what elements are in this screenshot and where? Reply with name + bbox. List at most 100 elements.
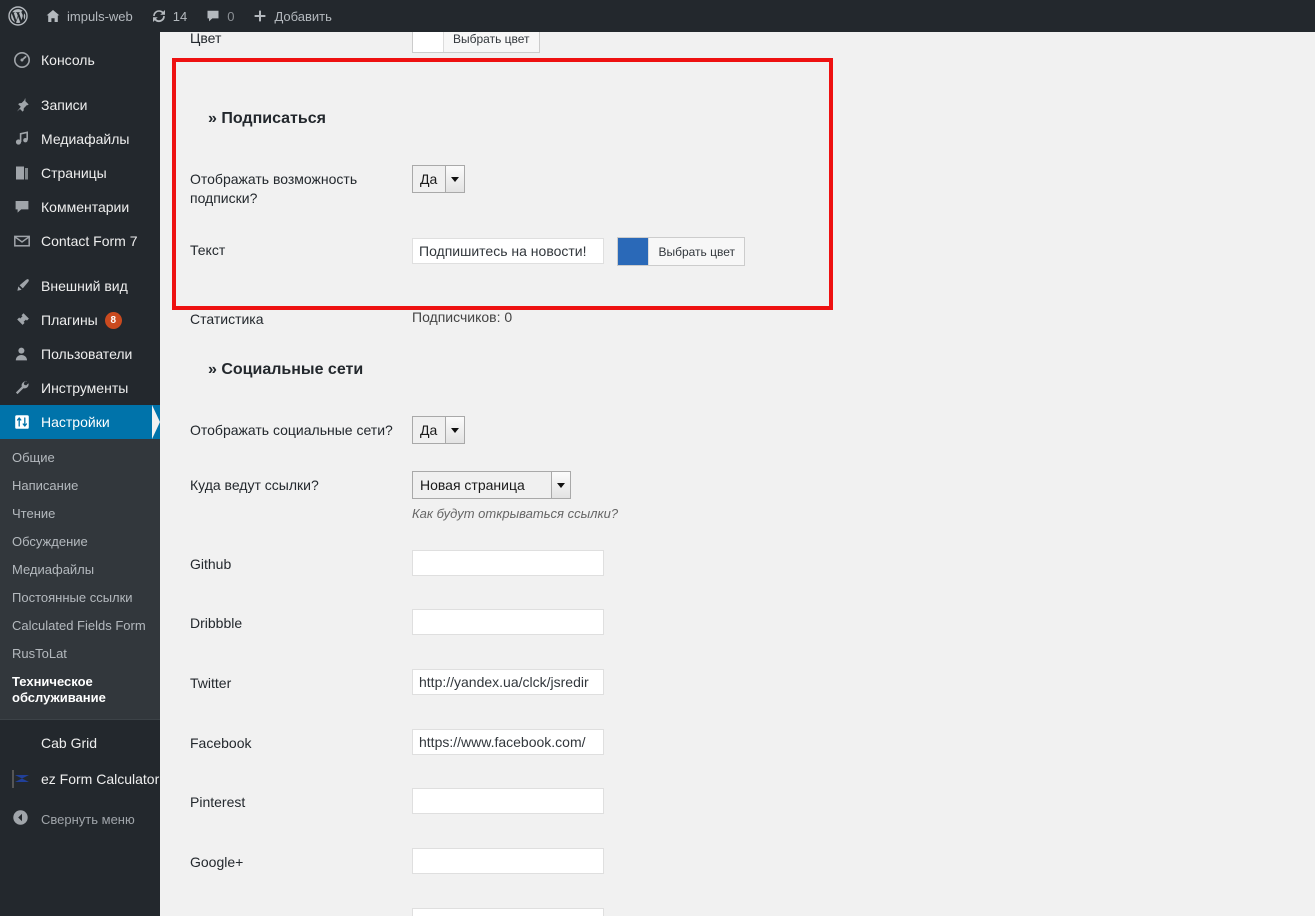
home-icon	[45, 8, 61, 24]
wordpress-logo-icon	[8, 6, 28, 26]
clipped-color-picker-button[interactable]: Выбрать цвет	[412, 32, 540, 53]
updates-icon	[151, 8, 167, 24]
sidebar-item-pages[interactable]: Страницы	[0, 156, 160, 190]
sidebar-item-label: Настройки	[41, 414, 110, 430]
appearance-brush-icon	[12, 277, 32, 295]
pinterest-label: Pinterest	[190, 794, 246, 810]
sidebar-item-label: Внешний вид	[41, 278, 128, 294]
link-target-row: Куда ведут ссылки? Новая страница Как бу…	[160, 466, 1315, 521]
show-social-select[interactable]: Да	[412, 416, 466, 444]
comments-button[interactable]: 0	[196, 0, 243, 32]
sidebar-item-settings[interactable]: Настройки	[0, 405, 160, 439]
sidebar-item-ez-form-calculator[interactable]: ez Form Calculator	[0, 764, 160, 794]
dashboard-icon	[12, 51, 32, 69]
subscribe-text-row: Текст Выбрать цвет	[160, 215, 1315, 266]
new-content-button[interactable]: Добавить	[243, 0, 340, 32]
sidebar-item-contact-form-7[interactable]: Contact Form 7	[0, 224, 160, 258]
color-swatch	[618, 238, 649, 265]
submenu-item-calculated-fields-form[interactable]: Calculated Fields Form	[0, 612, 160, 640]
googleplus-input[interactable]	[412, 848, 604, 874]
sidebar-item-media[interactable]: Медиафайлы	[0, 122, 160, 156]
chevron-down-icon	[551, 472, 570, 498]
comment-bubble-icon	[205, 8, 221, 24]
sidebar-item-cab-grid[interactable]: Cab Grid	[0, 728, 160, 758]
linkedin-label: Linkedin	[190, 908, 412, 916]
plus-icon	[252, 8, 268, 24]
chevron-down-icon	[445, 417, 465, 443]
github-label: Github	[190, 556, 232, 572]
sidebar-item-label: Плагины	[41, 312, 98, 328]
comments-count: 0	[227, 8, 235, 24]
wordpress-logo-button[interactable]	[0, 0, 36, 32]
sidebar-item-tools[interactable]: Инструменты	[0, 371, 160, 405]
show-subscription-label: Отображать возможность подписки?	[190, 171, 358, 206]
collapse-menu-button[interactable]: Свернуть меню	[0, 802, 160, 836]
admin-bar: impuls-web 14 0 Добавить	[0, 0, 1315, 32]
sidebar-item-label: Страницы	[41, 165, 107, 181]
submenu-item-media[interactable]: Медиафайлы	[0, 556, 160, 584]
link-target-select[interactable]: Новая страница	[412, 471, 571, 499]
sidebar-item-dashboard[interactable]: Консоль	[0, 43, 160, 77]
link-target-value: Новая страница	[420, 477, 525, 493]
settings-content-area: Цвет Выбрать цвет » Подписаться Отобража…	[160, 32, 1315, 916]
social-field-row: Dribbble	[160, 609, 1315, 635]
twitter-label: Twitter	[190, 675, 232, 691]
social-field-row: Pinterest	[160, 788, 1315, 814]
pinterest-input[interactable]	[412, 788, 604, 814]
collapse-menu-label: Свернуть меню	[41, 811, 135, 827]
dribbble-input[interactable]	[412, 609, 604, 635]
submenu-item-writing[interactable]: Написание	[0, 472, 160, 500]
chevron-down-icon	[445, 166, 465, 192]
facebook-input[interactable]	[412, 729, 604, 755]
sidebar-item-label: Записи	[41, 97, 88, 113]
sidebar-item-comments[interactable]: Комментарии	[0, 190, 160, 224]
site-name-button[interactable]: impuls-web	[36, 0, 142, 32]
statistics-value: Подписчиков: 0	[412, 309, 513, 325]
show-social-value: Да	[420, 422, 438, 438]
color-picker-label: Выбрать цвет	[648, 238, 744, 265]
color-picker-label: Выбрать цвет	[443, 32, 539, 52]
github-input[interactable]	[412, 550, 604, 576]
submenu-item-rustolat[interactable]: RusToLat	[0, 640, 160, 668]
comment-icon	[12, 198, 32, 216]
admin-sidebar-menu: Консоль Записи Медиафайлы Страницы Комме…	[0, 32, 160, 916]
submenu-item-reading[interactable]: Чтение	[0, 500, 160, 528]
sidebar-item-posts[interactable]: Записи	[0, 88, 160, 122]
submenu-item-permalinks[interactable]: Постоянные ссылки	[0, 584, 160, 612]
users-icon	[12, 345, 32, 363]
sidebar-item-plugins[interactable]: Плагины 8	[0, 303, 160, 337]
social-field-row: Linkedin	[160, 908, 1315, 916]
subscribe-section-title: » Подписаться	[208, 110, 326, 127]
twitter-input[interactable]	[412, 669, 604, 695]
subscribe-text-label: Текст	[190, 242, 226, 258]
pages-icon	[12, 164, 32, 182]
updates-button[interactable]: 14	[142, 0, 196, 32]
clipped-color-row: Цвет Выбрать цвет	[160, 32, 1315, 53]
sidebar-item-label: Консоль	[41, 52, 95, 68]
sidebar-item-label: ez Form Calculator	[41, 771, 160, 787]
sidebar-item-users[interactable]: Пользователи	[0, 337, 160, 371]
envelope-icon	[12, 232, 32, 250]
sidebar-item-appearance[interactable]: Внешний вид	[0, 269, 160, 303]
clipped-color-label: Цвет	[190, 32, 222, 46]
subscribe-color-picker-button[interactable]: Выбрать цвет	[617, 237, 746, 266]
show-subscription-select[interactable]: Да	[412, 165, 466, 193]
sidebar-item-label: Contact Form 7	[41, 233, 138, 249]
social-field-row: Facebook	[160, 729, 1315, 755]
sidebar-item-label: Медиафайлы	[41, 131, 130, 147]
settings-submenu: Общие Написание Чтение Обсуждение Медиаф…	[0, 439, 160, 719]
social-section-title: » Социальные сети	[208, 361, 364, 378]
submenu-item-discussion[interactable]: Обсуждение	[0, 528, 160, 556]
facebook-label: Facebook	[190, 735, 252, 751]
ez-form-calculator-logo-icon	[12, 770, 32, 788]
link-target-label: Куда ведут ссылки?	[190, 477, 319, 493]
plugins-update-badge: 8	[104, 311, 122, 329]
submenu-item-maintenance[interactable]: Техническое обслуживание	[0, 668, 160, 712]
show-social-row: Отображать социальные сети? Да	[160, 416, 1315, 444]
googleplus-label: Google+	[190, 854, 244, 870]
sidebar-item-label: Cab Grid	[41, 735, 98, 751]
linkedin-input[interactable]	[412, 908, 604, 916]
submenu-item-general[interactable]: Общие	[0, 444, 160, 472]
menu-divider	[0, 719, 160, 720]
subscribe-text-input[interactable]	[412, 237, 604, 264]
